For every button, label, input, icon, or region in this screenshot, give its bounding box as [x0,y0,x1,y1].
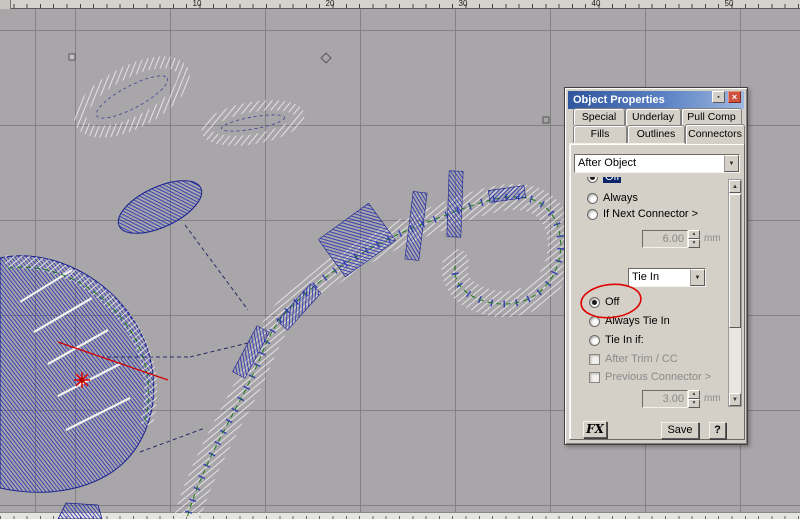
tie-length-value: 3.00 [663,393,684,405]
clipped-option-label: Off [603,177,621,183]
needle-position-marker [74,372,90,388]
trim-length-stepper[interactable]: ▲ ▼ [688,230,700,248]
trim-length-value: 6.00 [663,233,684,245]
tie-in-value: Tie In [629,269,690,286]
spin-down-icon[interactable]: ▼ [688,239,700,248]
dialog-title: Object Properties [573,94,665,106]
ruler-number: 10 [189,0,205,8]
ruler-number: 30 [455,0,471,8]
radio-always-tie-in[interactable]: Always Tie In [589,314,670,328]
pin-button[interactable]: ▪ [712,91,725,103]
checkbox-previous-connector[interactable]: Previous Connector > [589,370,711,384]
ruler-number: 40 [588,0,604,8]
ruler-number: 20 [322,0,338,8]
radio-icon[interactable] [587,177,598,183]
tie-length-stepper[interactable]: ▲ ▼ [688,390,700,408]
radio-icon[interactable] [589,316,600,327]
checkbox-after-trim-cc[interactable]: After Trim / CC [589,352,678,366]
checkbox-label: Previous Connector > [605,371,711,383]
radio-label: Always [603,192,638,204]
spin-up-icon[interactable]: ▲ [688,230,700,239]
options-scrollbar[interactable]: ▲ ▼ [728,179,742,407]
spin-up-icon[interactable]: ▲ [688,390,700,399]
horizontal-ruler: 10 20 30 40 50 [0,0,800,9]
fx-button[interactable]: FX [583,421,607,438]
radio-label: Tie In if: [605,334,644,346]
tie-length-field[interactable]: 3.00 [642,390,688,408]
radio-icon[interactable] [589,335,600,346]
radio-tie-off[interactable]: Off [589,295,619,309]
spin-down-icon[interactable]: ▼ [688,399,700,408]
petal-upper-right[interactable] [204,99,302,147]
tab-special[interactable]: Special [573,108,625,125]
tab-connectors[interactable]: Connectors [685,124,745,144]
radio-icon[interactable] [587,193,598,204]
help-button[interactable]: ? [709,422,726,439]
radio-icon[interactable] [589,297,600,308]
tab-outlines[interactable]: Outlines [627,125,685,143]
scroll-down-icon[interactable]: ▼ [729,393,741,406]
petal-blue-satin[interactable] [111,170,209,244]
radio-icon[interactable] [587,209,598,220]
close-icon[interactable]: × [728,91,741,103]
tab-fills[interactable]: Fills [573,125,627,143]
ruler-number: 50 [721,0,737,8]
tab-pull-comp[interactable]: Pull Comp [681,108,742,125]
checkbox-label: After Trim / CC [605,353,678,365]
trim-length-field[interactable]: 6.00 [642,230,688,248]
dropdown-arrow-icon[interactable]: ▼ [724,155,739,172]
after-object-select[interactable]: After Object ▼ [574,154,740,173]
trim-length-unit: mm [704,233,721,244]
petal-upper-left[interactable] [70,48,194,146]
after-object-value: After Object [575,155,724,172]
tie-in-select[interactable]: Tie In ▼ [628,268,706,287]
dropdown-arrow-icon[interactable]: ▼ [690,269,705,286]
checkbox-icon[interactable] [589,354,600,365]
save-button[interactable]: Save [661,422,699,439]
radio-label: If Next Connector > [603,208,698,220]
radio-label: Off [605,296,619,308]
tab-underlay[interactable]: Underlay [625,108,681,125]
object-properties-dialog[interactable]: Object Properties ▪ × Special Underlay P… [564,87,748,445]
radio-label: Always Tie In [605,315,670,327]
ruler-corner [0,0,11,9]
tie-length-unit: mm [704,393,721,404]
checkbox-icon[interactable] [589,372,600,383]
clipped-option[interactable]: Off [587,177,697,185]
radio-tie-in-if[interactable]: Tie In if: [589,333,644,347]
scroll-up-icon[interactable]: ▲ [729,180,741,193]
bottom-design-fragment[interactable] [58,503,102,519]
radio-if-next-connector[interactable]: If Next Connector > [587,207,698,221]
scrollbar-thumb[interactable] [729,194,741,328]
radio-always[interactable]: Always [587,191,638,205]
